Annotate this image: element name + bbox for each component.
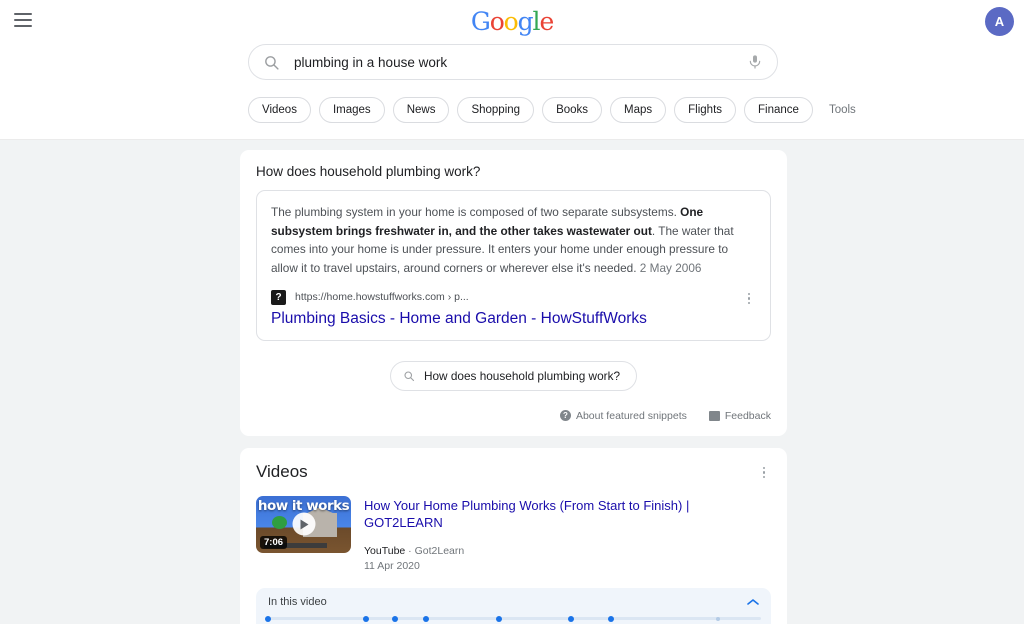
logo-letter: G — [470, 7, 491, 36]
logo-letter: g — [517, 7, 534, 36]
main-content: How does household plumbing work? The pl… — [0, 140, 1024, 624]
videos-section-title: Videos — [256, 461, 308, 481]
search-bar[interactable] — [248, 44, 778, 80]
in-this-video-header: In this video — [256, 596, 771, 608]
chevron-up-icon[interactable] — [747, 598, 759, 606]
search-zone: Videos Images News Shopping Books Maps F… — [0, 44, 1024, 140]
snippet-source-row: ? https://home.howstuffworks.com › p... — [271, 289, 756, 307]
three-dot-menu-icon[interactable] — [742, 291, 756, 307]
timeline-dot[interactable] — [568, 615, 574, 622]
avatar[interactable]: A — [985, 7, 1014, 36]
filter-chip-videos[interactable]: Videos — [248, 97, 311, 123]
about-featured-snippets-label: About featured snippets — [575, 409, 687, 422]
hamburger-menu-icon[interactable] — [14, 13, 32, 27]
timeline-dot[interactable] — [608, 615, 614, 622]
logo-letter: o — [503, 7, 519, 36]
video-info: How Your Home Plumbing Works (From Start… — [364, 496, 771, 576]
logo-letter: o — [489, 7, 505, 36]
video-channel-name: Got2Learn — [414, 544, 465, 557]
flag-icon — [708, 410, 720, 421]
featured-snippet-box: The plumbing system in your home is comp… — [256, 190, 771, 341]
filter-chip-images[interactable]: Images — [318, 97, 385, 123]
videos-card: Videos how it works 7:06 How Your Home P… — [240, 447, 787, 624]
in-this-video-label: In this video — [268, 596, 327, 609]
video-source: YouTube · Got2Learn — [364, 544, 465, 557]
refine-search-button[interactable]: How does household plumbing work? — [389, 360, 638, 391]
snippet-footer: ? About featured snippets Feedback — [256, 410, 771, 422]
snippet-text-part1: The plumbing system in your home is comp… — [271, 205, 681, 219]
help-icon: ? — [559, 410, 571, 422]
search-input[interactable] — [294, 54, 747, 70]
video-source-name: YouTube — [364, 544, 406, 557]
filter-chips: Videos Images News Shopping Books Maps F… — [248, 96, 1024, 124]
snippet-date: 2 May 2006 — [639, 260, 702, 275]
refine-search-label: How does household plumbing work? — [423, 368, 621, 383]
video-thumbnail[interactable]: how it works 7:06 — [256, 495, 351, 553]
google-logo[interactable]: Google — [470, 7, 554, 36]
play-icon[interactable] — [292, 512, 315, 536]
snippet-result-title[interactable]: Plumbing Basics - Home and Garden - HowS… — [271, 309, 756, 329]
videos-header: Videos — [256, 462, 771, 482]
feedback-link[interactable]: Feedback — [708, 409, 771, 422]
logo-letter: l — [532, 7, 541, 36]
video-title[interactable]: How Your Home Plumbing Works (From Start… — [364, 497, 771, 532]
timeline-dot[interactable] — [392, 615, 398, 622]
about-featured-snippets-link[interactable]: ? About featured snippets — [559, 409, 687, 422]
thumbnail-caption: how it works — [257, 497, 350, 514]
timeline-dot[interactable] — [265, 615, 271, 622]
featured-snippet-card: How does household plumbing work? The pl… — [240, 150, 787, 436]
video-item: how it works 7:06 How Your Home Plumbing… — [256, 495, 771, 576]
filter-chip-finance[interactable]: Finance — [744, 97, 813, 123]
filter-chip-books[interactable]: Books — [542, 97, 603, 123]
timeline-dot[interactable] — [716, 616, 720, 621]
video-date: 11 Apr 2020 — [364, 560, 420, 573]
logo-letter: e — [539, 7, 554, 36]
refine-row: How does household plumbing work? — [256, 360, 771, 391]
search-icon — [404, 371, 415, 381]
howstuffworks-favicon-icon: ? — [271, 289, 286, 305]
in-this-video-panel: In this video F — [256, 588, 771, 624]
microphone-icon[interactable] — [747, 53, 763, 71]
feedback-label: Feedback — [724, 409, 771, 422]
search-icon — [265, 55, 279, 70]
filter-chip-shopping[interactable]: Shopping — [457, 97, 535, 123]
video-duration-badge: 7:06 — [260, 535, 288, 549]
timeline-dot[interactable] — [363, 615, 369, 622]
tree-graphic — [272, 515, 287, 529]
tools-button[interactable]: Tools — [829, 104, 856, 116]
three-dot-menu-icon[interactable] — [757, 465, 771, 481]
featured-snippet-question: How does household plumbing work? — [256, 164, 481, 179]
featured-snippet-text: The plumbing system in your home is comp… — [271, 203, 756, 278]
timeline-dot[interactable] — [496, 615, 502, 622]
top-header: Google A — [0, 0, 1024, 44]
snippet-source-url[interactable]: https://home.howstuffworks.com › p... — [295, 291, 469, 303]
filter-chip-flights[interactable]: Flights — [674, 97, 737, 123]
filter-chip-maps[interactable]: Maps — [610, 97, 667, 123]
chapter-timeline[interactable] — [265, 615, 761, 622]
filter-chip-news[interactable]: News — [392, 97, 450, 123]
timeline-dot[interactable] — [423, 615, 429, 622]
